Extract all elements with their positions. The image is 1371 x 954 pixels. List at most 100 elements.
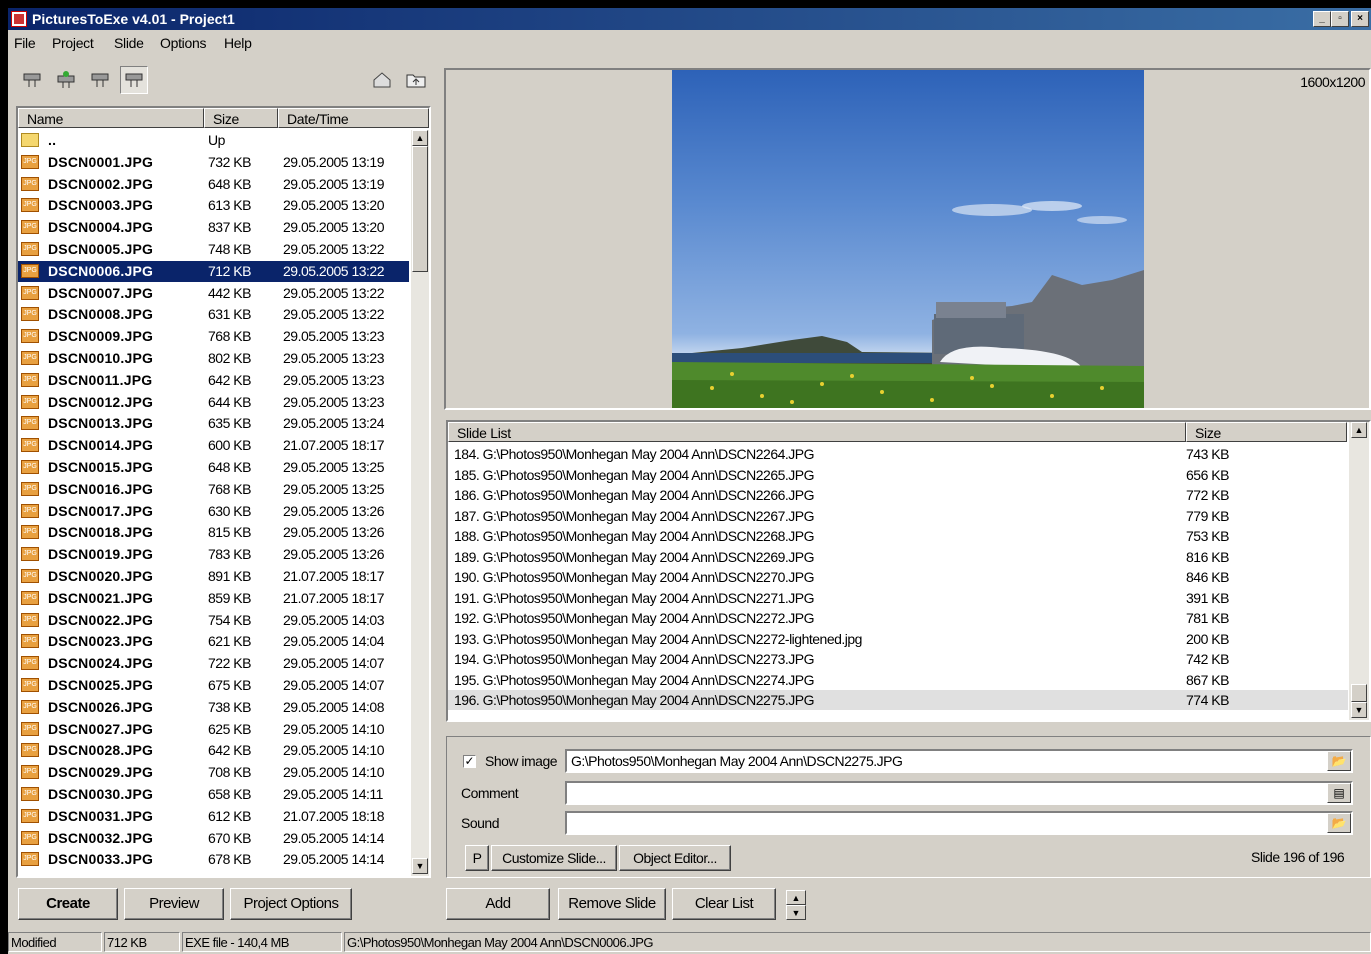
scroll-up-button[interactable]: ▲ xyxy=(1351,422,1367,438)
home-folder-icon[interactable] xyxy=(368,66,396,94)
maximize-button[interactable]: ▫ xyxy=(1331,11,1349,27)
file-row[interactable]: JPG DSCN0033.JPG 678 KB 29.05.2005 14:14 xyxy=(18,849,409,870)
file-name: DSCN0016.JPG xyxy=(48,480,154,497)
slide-row[interactable]: 194. G:\Photos950\Monhegan May 2004 Ann\… xyxy=(448,649,1348,669)
title-bar[interactable]: PicturesToExe v4.01 - Project1 _ ▫ × xyxy=(8,8,1371,30)
menu-options[interactable]: Options xyxy=(160,35,206,51)
slide-row[interactable]: 189. G:\Photos950\Monhegan May 2004 Ann\… xyxy=(448,547,1348,567)
slide-row[interactable]: 195. G:\Photos950\Monhegan May 2004 Ann\… xyxy=(448,670,1348,690)
p-button[interactable]: P xyxy=(465,845,489,871)
comment-editor-icon[interactable]: ▤ xyxy=(1327,783,1351,803)
show-image-checkbox[interactable]: ✓ xyxy=(463,755,476,768)
file-list-scrollbar[interactable]: ▲ ▼ xyxy=(411,130,429,876)
slide-list[interactable]: Slide List Size 184. G:\Photos950\Monheg… xyxy=(446,420,1371,722)
clear-list-button[interactable]: Clear List xyxy=(672,888,776,920)
comment-field[interactable] xyxy=(565,781,1353,805)
minimize-button[interactable]: _ xyxy=(1313,11,1331,27)
file-row[interactable]: JPG DSCN0013.JPG 635 KB 29.05.2005 13:24 xyxy=(18,413,409,434)
file-row[interactable]: JPG DSCN0031.JPG 612 KB 21.07.2005 18:18 xyxy=(18,806,409,827)
sound-field[interactable] xyxy=(565,811,1353,835)
file-row[interactable]: JPG DSCN0005.JPG 748 KB 29.05.2005 13:22 xyxy=(18,239,409,260)
file-row[interactable]: JPG DSCN0012.JPG 644 KB 29.05.2005 13:23 xyxy=(18,392,409,413)
file-row[interactable]: JPG DSCN0025.JPG 675 KB 29.05.2005 14:07 xyxy=(18,675,409,696)
slide-size: 742 KB xyxy=(1186,651,1229,667)
slide-row[interactable]: 187. G:\Photos950\Monhegan May 2004 Ann\… xyxy=(448,506,1348,526)
file-row[interactable]: JPG DSCN0027.JPG 625 KB 29.05.2005 14:10 xyxy=(18,719,409,740)
file-row[interactable]: JPG DSCN0016.JPG 768 KB 29.05.2005 13:25 xyxy=(18,479,409,500)
network-drive-icon[interactable] xyxy=(52,66,80,94)
file-row[interactable]: JPG DSCN0030.JPG 658 KB 29.05.2005 14:11 xyxy=(18,784,409,805)
add-button[interactable]: Add xyxy=(446,888,550,920)
scroll-thumb[interactable] xyxy=(1351,684,1367,702)
file-row[interactable]: JPG DSCN0004.JPG 837 KB 29.05.2005 13:20 xyxy=(18,217,409,238)
file-row[interactable]: JPG DSCN0014.JPG 600 KB 21.07.2005 18:17 xyxy=(18,435,409,456)
file-row[interactable]: JPG DSCN0032.JPG 670 KB 29.05.2005 14:14 xyxy=(18,828,409,849)
file-row[interactable]: JPG DSCN0019.JPG 783 KB 29.05.2005 13:26 xyxy=(18,544,409,565)
app-icon xyxy=(11,11,27,27)
browse-image-icon[interactable]: 📂 xyxy=(1327,751,1351,771)
customize-slide-button[interactable]: Customize Slide... xyxy=(491,845,617,871)
image-path-field[interactable]: G:\Photos950\Monhegan May 2004 Ann\DSCN2… xyxy=(565,749,1353,773)
slide-row[interactable]: 186. G:\Photos950\Monhegan May 2004 Ann\… xyxy=(448,485,1348,505)
menu-project[interactable]: Project xyxy=(52,35,94,51)
project-options-button[interactable]: Project Options xyxy=(230,888,352,920)
file-row[interactable]: JPG DSCN0006.JPG 712 KB 29.05.2005 13:22 xyxy=(18,260,409,282)
column-header-slide-list[interactable]: Slide List xyxy=(448,422,1186,442)
remove-slide-button[interactable]: Remove Slide xyxy=(558,888,666,920)
file-row[interactable]: JPG DSCN0003.JPG 613 KB 29.05.2005 13:20 xyxy=(18,195,409,216)
scroll-down-button[interactable]: ▼ xyxy=(412,858,428,874)
file-date: 29.05.2005 13:20 xyxy=(283,197,385,214)
cd-drive-icon[interactable] xyxy=(120,66,148,94)
column-header-date[interactable]: Date/Time xyxy=(278,108,429,128)
file-row[interactable]: JPG DSCN0018.JPG 815 KB 29.05.2005 13:26 xyxy=(18,522,409,543)
slide-row[interactable]: 185. G:\Photos950\Monhegan May 2004 Ann\… xyxy=(448,465,1348,485)
file-row[interactable]: JPG DSCN0011.JPG 642 KB 29.05.2005 13:23 xyxy=(18,370,409,391)
preview-button[interactable]: Preview xyxy=(124,888,224,920)
scroll-thumb[interactable] xyxy=(412,146,428,272)
column-header-size[interactable]: Size xyxy=(204,108,278,128)
file-row[interactable]: JPG DSCN0023.JPG 621 KB 29.05.2005 14:04 xyxy=(18,631,409,652)
file-row-up[interactable]: .. Up xyxy=(18,130,409,151)
file-row[interactable]: JPG DSCN0001.JPG 732 KB 29.05.2005 13:19 xyxy=(18,152,409,173)
file-row[interactable]: JPG DSCN0022.JPG 754 KB 29.05.2005 14:03 xyxy=(18,610,409,631)
slide-row[interactable]: 184. G:\Photos950\Monhegan May 2004 Ann\… xyxy=(448,444,1348,464)
menu-help[interactable]: Help xyxy=(224,35,252,51)
slide-row[interactable]: 192. G:\Photos950\Monhegan May 2004 Ann\… xyxy=(448,608,1348,628)
create-button[interactable]: Create xyxy=(18,888,118,920)
file-list[interactable]: Name Size Date/Time .. Up JPG DSCN0001.JPG 7… xyxy=(16,106,431,878)
object-editor-button[interactable]: Object Editor... xyxy=(619,845,731,871)
slide-row[interactable]: 190. G:\Photos950\Monhegan May 2004 Ann\… xyxy=(448,567,1348,587)
move-up-button[interactable]: ▲ xyxy=(786,890,806,905)
slide-row[interactable]: 188. G:\Photos950\Monhegan May 2004 Ann\… xyxy=(448,526,1348,546)
parent-folder-icon[interactable] xyxy=(402,66,430,94)
slide-row[interactable]: 193. G:\Photos950\Monhegan May 2004 Ann\… xyxy=(448,629,1348,649)
scroll-down-button[interactable]: ▼ xyxy=(1351,702,1367,718)
column-header-slide-size[interactable]: Size xyxy=(1186,422,1347,442)
removable-drive-icon[interactable] xyxy=(86,66,114,94)
file-row[interactable]: JPG DSCN0015.JPG 648 KB 29.05.2005 13:25 xyxy=(18,457,409,478)
file-row[interactable]: JPG DSCN0020.JPG 891 KB 21.07.2005 18:17 xyxy=(18,566,409,587)
browse-sound-icon[interactable]: 📂 xyxy=(1327,813,1351,833)
scroll-up-button[interactable]: ▲ xyxy=(412,130,428,146)
file-name: DSCN0008.JPG xyxy=(48,306,154,323)
close-button[interactable]: × xyxy=(1351,11,1369,27)
move-down-button[interactable]: ▼ xyxy=(786,905,806,920)
file-row[interactable]: JPG DSCN0021.JPG 859 KB 21.07.2005 18:17 xyxy=(18,588,409,609)
menu-slide[interactable]: Slide xyxy=(114,35,144,51)
slide-list-scrollbar[interactable]: ▲ ▼ xyxy=(1349,422,1369,720)
file-row[interactable]: JPG DSCN0010.JPG 802 KB 29.05.2005 13:23 xyxy=(18,348,409,369)
menu-file[interactable]: File xyxy=(14,35,36,51)
file-row[interactable]: JPG DSCN0024.JPG 722 KB 29.05.2005 14:07 xyxy=(18,653,409,674)
file-row[interactable]: JPG DSCN0002.JPG 648 KB 29.05.2005 13:19 xyxy=(18,174,409,195)
column-header-name[interactable]: Name xyxy=(18,108,204,128)
file-row[interactable]: JPG DSCN0009.JPG 768 KB 29.05.2005 13:23 xyxy=(18,326,409,347)
file-row[interactable]: JPG DSCN0008.JPG 631 KB 29.05.2005 13:22 xyxy=(18,304,409,325)
file-row[interactable]: JPG DSCN0017.JPG 630 KB 29.05.2005 13:26 xyxy=(18,501,409,522)
file-row[interactable]: JPG DSCN0007.JPG 442 KB 29.05.2005 13:22 xyxy=(18,283,409,304)
drive-icon[interactable] xyxy=(18,66,46,94)
file-row[interactable]: JPG DSCN0026.JPG 738 KB 29.05.2005 14:08 xyxy=(18,697,409,718)
file-row[interactable]: JPG DSCN0028.JPG 642 KB 29.05.2005 14:10 xyxy=(18,740,409,761)
slide-row[interactable]: 196. G:\Photos950\Monhegan May 2004 Ann\… xyxy=(448,690,1348,710)
file-row[interactable]: JPG DSCN0029.JPG 708 KB 29.05.2005 14:10 xyxy=(18,762,409,783)
slide-row[interactable]: 191. G:\Photos950\Monhegan May 2004 Ann\… xyxy=(448,588,1348,608)
